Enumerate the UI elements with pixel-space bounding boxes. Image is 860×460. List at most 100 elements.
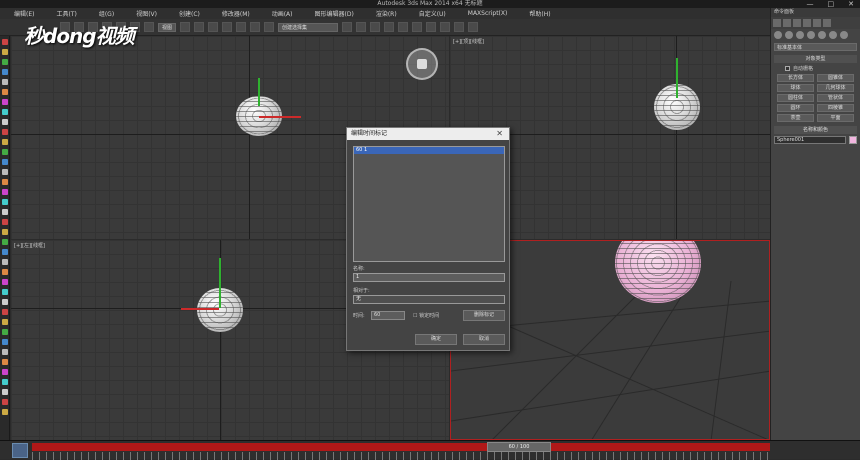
tool-icon[interactable] bbox=[2, 319, 8, 325]
material-editor-icon[interactable] bbox=[426, 22, 437, 32]
gizmo-y-axis[interactable] bbox=[676, 58, 678, 98]
pyramid-button[interactable]: 四棱锥 bbox=[817, 104, 854, 112]
mirror-icon[interactable] bbox=[342, 22, 353, 32]
tool-icon[interactable] bbox=[2, 399, 8, 405]
modify-tab-icon[interactable] bbox=[783, 19, 791, 27]
utilities-tab-icon[interactable] bbox=[823, 19, 831, 27]
tool-icon[interactable] bbox=[2, 259, 8, 265]
relative-dropdown[interactable]: 无 bbox=[353, 295, 505, 304]
tool-icon[interactable] bbox=[2, 329, 8, 335]
selection-set-dropdown[interactable]: 创建选择集 bbox=[278, 22, 339, 32]
menu-edit[interactable]: 编辑(E) bbox=[14, 9, 34, 18]
rotate-icon[interactable] bbox=[194, 22, 205, 32]
tool-icon[interactable] bbox=[2, 339, 8, 345]
close-window-button[interactable]: ✕ bbox=[848, 0, 854, 8]
render-frame-icon[interactable] bbox=[454, 22, 465, 32]
tool-icon[interactable] bbox=[2, 79, 8, 85]
menu-group[interactable]: 组(G) bbox=[99, 9, 114, 18]
create-tab-icon[interactable] bbox=[773, 19, 781, 27]
tool-icon[interactable] bbox=[2, 139, 8, 145]
menu-views[interactable]: 视图(V) bbox=[136, 9, 157, 18]
move-icon[interactable] bbox=[180, 22, 191, 32]
render-icon[interactable] bbox=[468, 22, 479, 32]
menu-create[interactable]: 创建(C) bbox=[179, 9, 200, 18]
tool-icon[interactable] bbox=[2, 149, 8, 155]
tool-icon[interactable] bbox=[2, 209, 8, 215]
tool-icon[interactable] bbox=[2, 169, 8, 175]
menu-modifiers[interactable]: 修改器(M) bbox=[222, 9, 250, 18]
gizmo-x-axis[interactable] bbox=[259, 116, 301, 118]
tool-icon[interactable] bbox=[2, 349, 8, 355]
object-type-rollout[interactable]: 对象类型 bbox=[774, 55, 857, 63]
minimize-button[interactable]: — bbox=[807, 0, 814, 8]
render-setup-icon[interactable] bbox=[440, 22, 451, 32]
lights-icon[interactable] bbox=[796, 31, 804, 39]
tool-icon[interactable] bbox=[2, 269, 8, 275]
cylinder-button[interactable]: 圆柱体 bbox=[777, 94, 814, 102]
lock-time-checkbox[interactable]: ☐ 锁定时间 bbox=[413, 312, 439, 319]
tool-icon[interactable] bbox=[2, 199, 8, 205]
tool-icon[interactable] bbox=[2, 89, 8, 95]
view-dropdown[interactable]: 视图 bbox=[158, 22, 177, 32]
viewport-label[interactable]: [+][顶][线框] bbox=[453, 38, 484, 45]
geosphere-button[interactable]: 几何球体 bbox=[817, 84, 854, 92]
primitive-category-dropdown[interactable]: 标准基本体 bbox=[774, 43, 857, 51]
menu-animation[interactable]: 动画(A) bbox=[272, 9, 293, 18]
tool-icon[interactable] bbox=[2, 229, 8, 235]
menu-rendering[interactable]: 渲染(R) bbox=[376, 9, 397, 18]
tool-icon[interactable] bbox=[2, 359, 8, 365]
object-name-field[interactable]: Sphere001 bbox=[774, 136, 846, 144]
time-config-icon[interactable] bbox=[12, 443, 28, 458]
menu-maxscript[interactable]: MAXScript(X) bbox=[468, 10, 508, 17]
tool-icon[interactable] bbox=[2, 109, 8, 115]
object-color-swatch[interactable] bbox=[849, 136, 857, 144]
percent-snap-icon[interactable] bbox=[250, 22, 261, 32]
tube-button[interactable]: 管状体 bbox=[817, 94, 854, 102]
time-spinner[interactable]: 60 bbox=[371, 311, 405, 320]
maximize-button[interactable]: □ bbox=[828, 0, 835, 8]
tool-icon[interactable] bbox=[2, 219, 8, 225]
menu-customize[interactable]: 自定义(U) bbox=[419, 9, 446, 18]
list-item[interactable]: 60 1 bbox=[354, 147, 504, 154]
gizmo-y-axis[interactable] bbox=[219, 258, 221, 308]
tool-icon[interactable] bbox=[2, 309, 8, 315]
shapes-icon[interactable] bbox=[785, 31, 793, 39]
ok-button[interactable]: 确定 bbox=[415, 334, 457, 345]
tool-icon[interactable] bbox=[2, 59, 8, 65]
delete-tag-button[interactable]: 删除标记 bbox=[463, 310, 505, 321]
tool-icon[interactable] bbox=[2, 279, 8, 285]
spacewarps-icon[interactable] bbox=[829, 31, 837, 39]
menu-graph-editors[interactable]: 图形编辑器(D) bbox=[315, 9, 354, 18]
region-select-icon[interactable] bbox=[144, 22, 154, 32]
motion-tab-icon[interactable] bbox=[803, 19, 811, 27]
gizmo-y-axis[interactable] bbox=[258, 78, 260, 106]
torus-button[interactable]: 圆环 bbox=[777, 104, 814, 112]
align-icon[interactable] bbox=[356, 22, 367, 32]
time-slider[interactable]: 60 / 100 bbox=[487, 442, 551, 452]
plane-button[interactable]: 平面 bbox=[817, 114, 854, 122]
tool-icon[interactable] bbox=[2, 389, 8, 395]
menu-help[interactable]: 帮助(H) bbox=[529, 9, 550, 18]
sphere-button[interactable]: 球体 bbox=[777, 84, 814, 92]
tool-icon[interactable] bbox=[2, 99, 8, 105]
tool-icon[interactable] bbox=[2, 119, 8, 125]
tool-icon[interactable] bbox=[2, 239, 8, 245]
tool-icon[interactable] bbox=[2, 69, 8, 75]
tool-icon[interactable] bbox=[2, 379, 8, 385]
layer-icon[interactable] bbox=[370, 22, 381, 32]
display-tab-icon[interactable] bbox=[813, 19, 821, 27]
viewport-label[interactable]: [+][左][线框] bbox=[14, 242, 45, 249]
tool-icon[interactable] bbox=[2, 299, 8, 305]
spinner-snap-icon[interactable] bbox=[264, 22, 275, 32]
tool-icon[interactable] bbox=[2, 409, 8, 415]
schematic-icon[interactable] bbox=[412, 22, 423, 32]
geometry-icon[interactable] bbox=[774, 31, 782, 39]
close-icon[interactable]: ✕ bbox=[496, 128, 503, 140]
tool-icon[interactable] bbox=[2, 49, 8, 55]
time-tag-list[interactable]: 60 1 bbox=[353, 146, 505, 262]
tool-icon[interactable] bbox=[2, 369, 8, 375]
cone-button[interactable]: 圆锥体 bbox=[817, 74, 854, 82]
tool-icon[interactable] bbox=[2, 289, 8, 295]
name-input[interactable]: 1 bbox=[353, 273, 505, 282]
box-button[interactable]: 长方体 bbox=[777, 74, 814, 82]
